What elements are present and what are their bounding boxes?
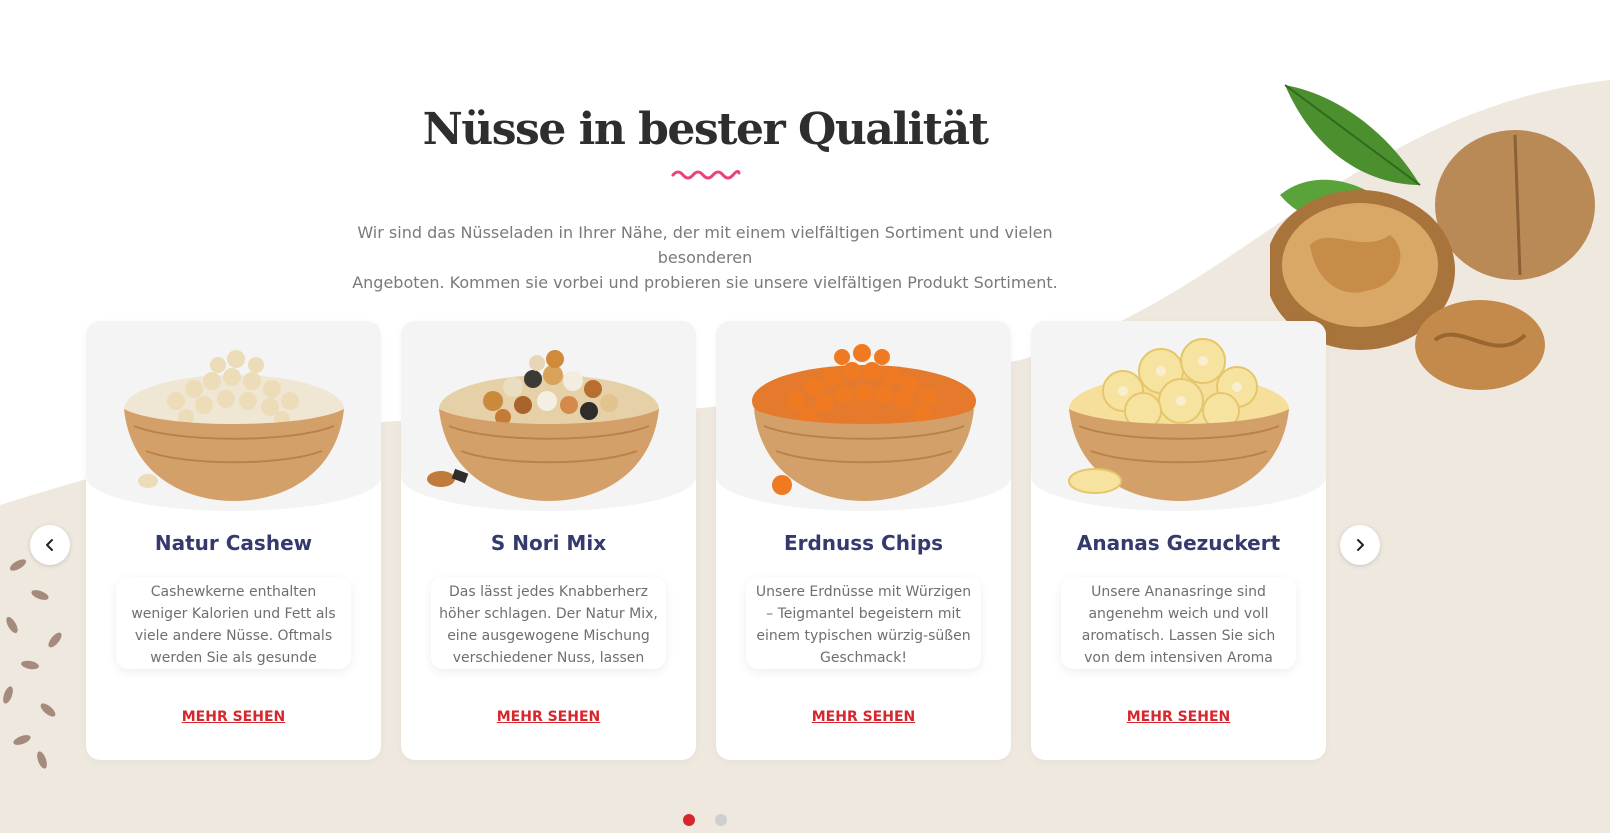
product-description: Unsere Erdnüsse mit Würzigen – Teigmante… [755,584,972,666]
mehr-sehen-link[interactable]: MEHR SEHEN [716,709,1011,725]
mehr-sehen-link[interactable]: MEHR SEHEN [401,709,696,725]
product-description: Cashewkerne enthalten weniger Kalorien u… [131,584,336,666]
carousel-dot-1[interactable] [683,814,695,826]
product-card-ananas-gezuckert[interactable]: Ananas Gezuckert Unsere Ananasringe sind… [1031,321,1326,760]
product-title: S Nori Mix [490,531,607,555]
product-card-s-nori-mix[interactable]: S Nori Mix Das lässt jedes Knabberherz h… [401,321,696,760]
carousel-dot-2[interactable] [715,814,727,826]
mehr-sehen-link[interactable]: MEHR SEHEN [1031,709,1326,725]
section-intro: Wir sind das Nüsseladen in Ihrer Nähe, d… [330,220,1080,295]
intro-line-2: Angeboten. Kommen sie vorbei und probier… [352,273,1058,292]
product-description: Unsere Ananasringe sind angenehm weich u… [1081,584,1276,666]
chevron-left-icon [46,539,53,551]
product-description: Das lässt jedes Knabberherz höher schlag… [439,584,658,666]
product-title: Erdnuss Chips [783,531,944,555]
pineapple-bowl-image [1031,321,1326,511]
peanut-chips-bowl-image [716,321,1011,511]
intro-line-1: Wir sind das Nüsseladen in Ihrer Nähe, d… [357,223,1053,267]
carousel-prev-button[interactable] [30,525,70,565]
title-squiggle-divider [671,169,741,180]
product-description-box: Unsere Erdnüsse mit Würzigen – Teigmante… [746,577,981,669]
nori-mix-bowl-image [401,321,696,511]
mehr-sehen-link[interactable]: MEHR SEHEN [86,709,381,725]
product-description-box: Das lässt jedes Knabberherz höher schlag… [431,577,666,669]
product-card-natur-cashew[interactable]: Natur Cashew Cashewkerne enthalten wenig… [86,321,381,760]
product-description-box: Cashewkerne enthalten weniger Kalorien u… [116,577,351,669]
product-title: Natur Cashew [154,531,313,555]
product-title: Ananas Gezuckert [1076,531,1281,555]
chevron-right-icon [1357,539,1364,551]
cashew-bowl-image [86,321,381,511]
seeds-decoration [3,559,62,769]
section-title: Nüsse in bester Qualität [422,104,989,155]
carousel-next-button[interactable] [1340,525,1380,565]
carousel-pagination [683,814,727,826]
product-card-erdnuss-chips[interactable]: Erdnuss Chips Unsere Erdnüsse mit Würzig… [716,321,1011,760]
product-description-box: Unsere Ananasringe sind angenehm weich u… [1061,577,1296,669]
